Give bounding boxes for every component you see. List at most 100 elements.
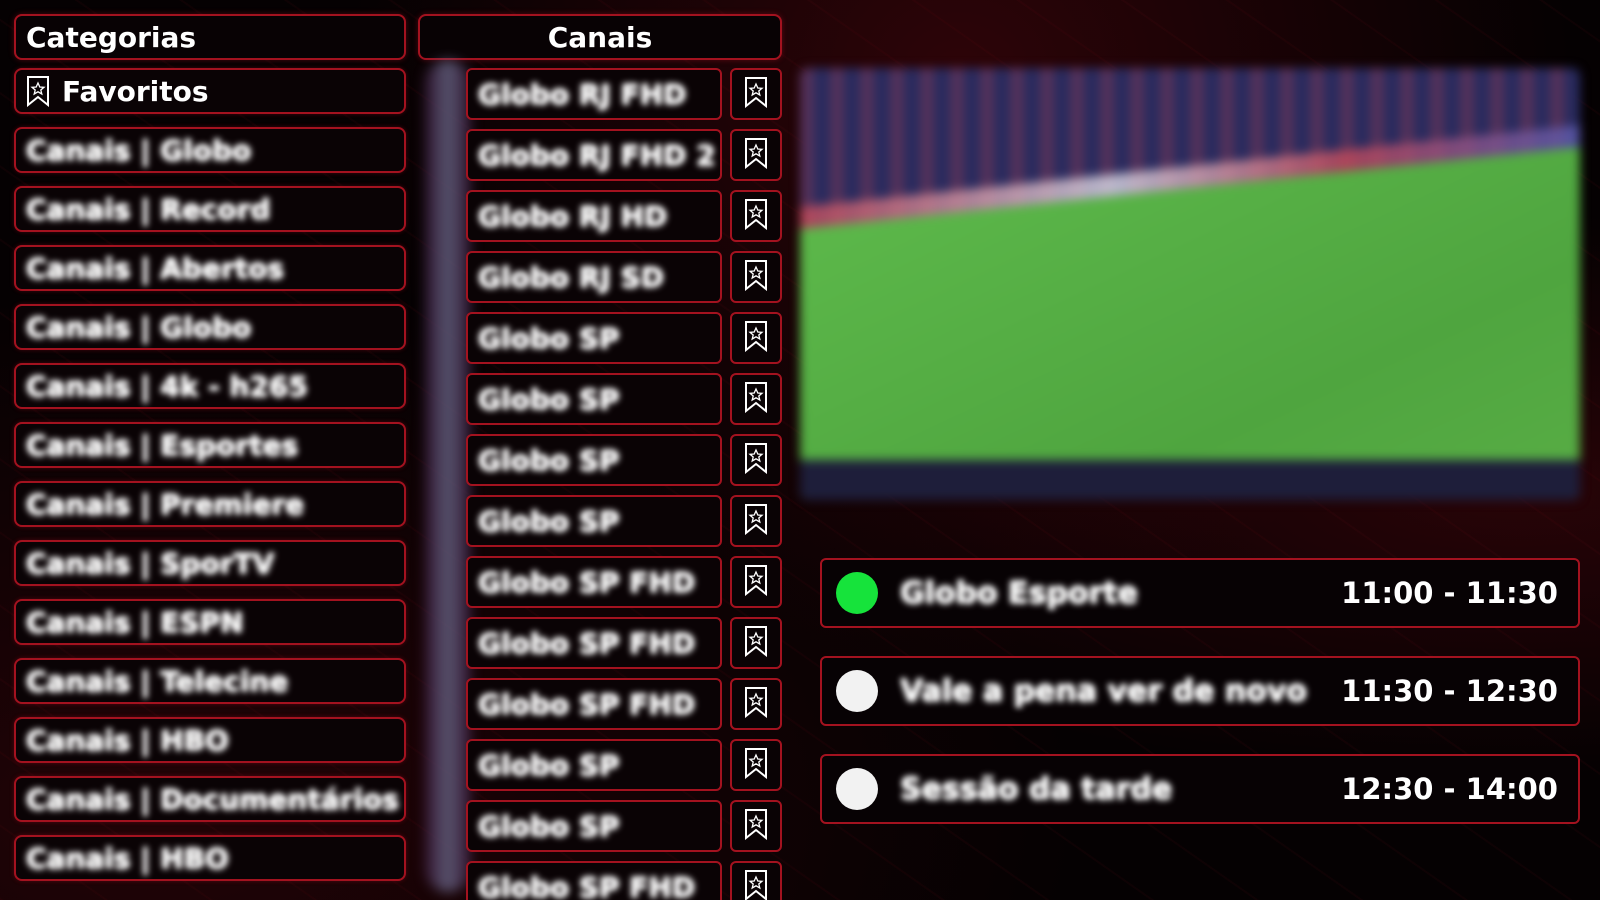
category-label: Canais | HBO [26, 723, 229, 757]
channel-row: Globo SP [466, 739, 782, 791]
channel-row: Globo SP FHD [466, 678, 782, 730]
upcoming-indicator-dot [836, 670, 878, 712]
bookmark-star-icon [744, 76, 768, 112]
bookmark-star-icon [744, 564, 768, 600]
program-time: 11:00 - 11:30 [1341, 576, 1558, 610]
epg-program-row[interactable]: Vale a pena ver de novo 11:30 - 12:30 [820, 656, 1580, 726]
epg-program-row[interactable]: Sessão da tarde 12:30 - 14:00 [820, 754, 1580, 824]
channel-item[interactable]: Globo RJ HD [466, 190, 722, 242]
category-item-favorites[interactable]: Favoritos [14, 68, 406, 114]
favorite-button[interactable] [730, 312, 782, 364]
bookmark-star-icon [744, 686, 768, 722]
favorite-button[interactable] [730, 190, 782, 242]
channels-title: Canais [547, 20, 653, 54]
category-item[interactable]: Canais | HBO [14, 717, 406, 763]
channel-item[interactable]: Globo RJ FHD 2 [466, 129, 722, 181]
video-preview[interactable] [800, 68, 1580, 500]
category-item[interactable]: Canais | Globo [14, 127, 406, 173]
channel-item[interactable]: Globo SP FHD [466, 678, 722, 730]
categories-title: Categorias [26, 20, 197, 54]
channel-row: Globo SP [466, 312, 782, 364]
category-item[interactable]: Canais | Abertos [14, 245, 406, 291]
category-item[interactable]: Canais | Globo [14, 304, 406, 350]
category-item[interactable]: Canais | Record [14, 186, 406, 232]
category-item[interactable]: Canais | Telecine [14, 658, 406, 704]
bookmark-star-icon [744, 381, 768, 417]
channel-item[interactable]: Globo SP [466, 495, 722, 547]
channels-header: Canais [418, 14, 782, 60]
channel-item[interactable]: Globo SP FHD [466, 861, 722, 900]
channel-label: Globo SP [478, 748, 620, 782]
program-time: 12:30 - 14:00 [1341, 772, 1558, 806]
channel-row: Globo RJ HD [466, 190, 782, 242]
category-item[interactable]: Canais | Esportes [14, 422, 406, 468]
category-item[interactable]: Canais | 4k - h265 [14, 363, 406, 409]
favorite-button[interactable] [730, 251, 782, 303]
bookmark-star-icon [744, 625, 768, 661]
upcoming-indicator-dot [836, 768, 878, 810]
favorite-button[interactable] [730, 373, 782, 425]
bookmark-star-icon [744, 320, 768, 356]
favorite-button[interactable] [730, 434, 782, 486]
program-title: Globo Esporte [900, 575, 1138, 611]
favorite-button[interactable] [730, 617, 782, 669]
live-indicator-dot [836, 572, 878, 614]
channel-row: Globo RJ SD [466, 251, 782, 303]
channel-item[interactable]: Globo SP [466, 800, 722, 852]
epg-program-row[interactable]: Globo Esporte 11:00 - 11:30 [820, 558, 1580, 628]
categories-header: Categorias [14, 14, 406, 60]
category-item[interactable]: Canais | ESPN [14, 599, 406, 645]
bookmark-star-icon [26, 75, 50, 107]
category-label: Canais | 4k - h265 [26, 369, 308, 403]
bookmark-star-icon [744, 808, 768, 844]
category-label: Canais | HBO [26, 841, 229, 875]
channel-scrollbar[interactable] [425, 60, 471, 892]
channel-item[interactable]: Globo SP [466, 739, 722, 791]
category-label: Favoritos [62, 74, 209, 108]
category-label: Canais | Premiere [26, 487, 305, 521]
channel-item[interactable]: Globo SP FHD [466, 556, 722, 608]
channel-row: Globo SP FHD [466, 556, 782, 608]
channel-item[interactable]: Globo SP FHD [466, 617, 722, 669]
channel-item[interactable]: Globo SP [466, 373, 722, 425]
channel-label: Globo SP [478, 321, 620, 355]
category-label: Canais | Globo [26, 133, 252, 167]
favorite-button[interactable] [730, 678, 782, 730]
channel-row: Globo SP [466, 800, 782, 852]
channel-label: Globo RJ FHD [478, 77, 687, 111]
channel-item[interactable]: Globo SP [466, 434, 722, 486]
channel-item[interactable]: Globo RJ SD [466, 251, 722, 303]
category-item[interactable]: Canais | Documentários [14, 776, 406, 822]
favorite-button[interactable] [730, 861, 782, 900]
category-label: Canais | Documentários [26, 782, 399, 816]
bookmark-star-icon [744, 869, 768, 900]
channel-label: Globo SP [478, 809, 620, 843]
channel-row: Globo SP [466, 373, 782, 425]
program-title: Vale a pena ver de novo [900, 673, 1307, 709]
favorite-button[interactable] [730, 739, 782, 791]
channel-list: Globo RJ FHD Globo RJ FHD 2 Globo RJ HD … [466, 68, 782, 900]
channel-row: Globo SP FHD [466, 861, 782, 900]
bookmark-star-icon [744, 747, 768, 783]
program-time: 11:30 - 12:30 [1341, 674, 1558, 708]
channel-item[interactable]: Globo SP [466, 312, 722, 364]
channel-label: Globo SP FHD [478, 565, 696, 599]
bookmark-star-icon [744, 503, 768, 539]
channel-label: Globo SP [478, 504, 620, 538]
category-label: Canais | SporTV [26, 546, 275, 580]
category-label: Canais | ESPN [26, 605, 244, 639]
category-label: Canais | Telecine [26, 664, 289, 698]
category-item[interactable]: Canais | HBO [14, 835, 406, 881]
category-item[interactable]: Canais | SporTV [14, 540, 406, 586]
favorite-button[interactable] [730, 129, 782, 181]
favorite-button[interactable] [730, 68, 782, 120]
channel-row: Globo SP FHD [466, 617, 782, 669]
favorite-button[interactable] [730, 495, 782, 547]
bookmark-star-icon [744, 137, 768, 173]
category-item[interactable]: Canais | Premiere [14, 481, 406, 527]
channel-item[interactable]: Globo RJ FHD [466, 68, 722, 120]
epg-list: Globo Esporte 11:00 - 11:30 Vale a pena … [820, 558, 1580, 852]
program-title: Sessão da tarde [900, 771, 1173, 807]
favorite-button[interactable] [730, 800, 782, 852]
favorite-button[interactable] [730, 556, 782, 608]
